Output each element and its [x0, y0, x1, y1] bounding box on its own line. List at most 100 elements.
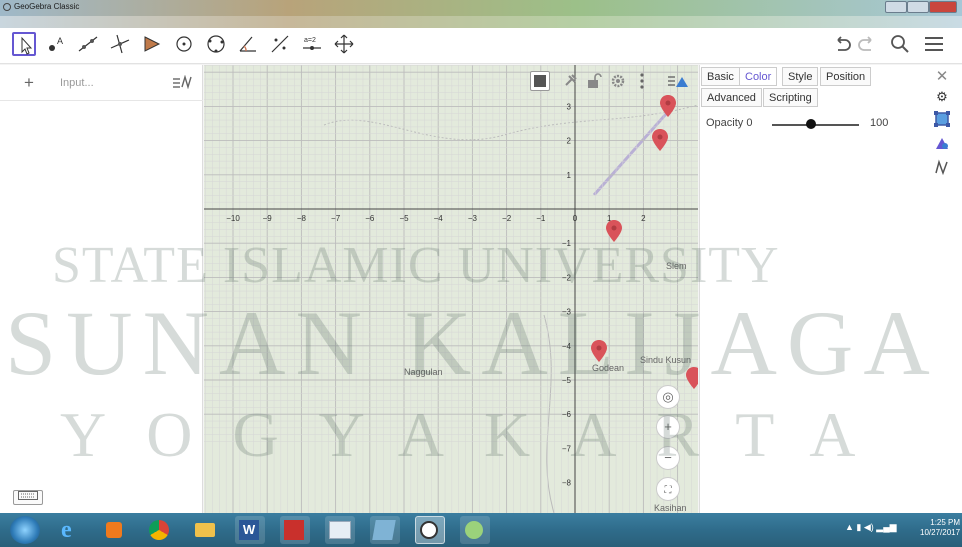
- tab-position[interactable]: Position: [820, 67, 872, 86]
- x-tick-label: −2: [502, 214, 512, 223]
- opacity-slider-handle[interactable]: [806, 119, 817, 129]
- algebra-view-menu-icon[interactable]: [172, 74, 194, 92]
- y-tick-label: −3: [562, 308, 572, 317]
- tab-advanced[interactable]: Advanced: [701, 88, 762, 107]
- x-tick-label: −9: [263, 214, 273, 223]
- move-tool-button[interactable]: [12, 32, 36, 56]
- function-icon: [935, 159, 948, 176]
- move-arrows-icon: [334, 34, 354, 54]
- lock-button[interactable]: [584, 71, 604, 91]
- media-player-icon[interactable]: [100, 516, 130, 544]
- redo-button[interactable]: [855, 32, 879, 56]
- undo-button[interactable]: [830, 32, 854, 56]
- graphics-properties-button[interactable]: [932, 111, 952, 131]
- fullscreen-button[interactable]: ⛶: [656, 477, 680, 501]
- algebra-view: + Input...: [0, 65, 203, 513]
- tab-scripting[interactable]: Scripting: [763, 88, 818, 107]
- window-title: GeoGebra Classic: [14, 2, 80, 11]
- reflect-tool-button[interactable]: [268, 32, 292, 56]
- slider-tool-text: a=2: [304, 37, 316, 44]
- y-tick-label: −5: [562, 376, 572, 385]
- close-properties-button[interactable]: ✕: [932, 67, 952, 87]
- x-tick-label: −7: [331, 214, 341, 223]
- x-tick-label: −6: [365, 214, 375, 223]
- perpendicular-icon: [110, 34, 130, 54]
- main-menu-button[interactable]: [922, 32, 946, 56]
- paint-app-icon[interactable]: [460, 516, 490, 544]
- algebra-input[interactable]: Input...: [60, 77, 94, 89]
- minimize-button[interactable]: [885, 1, 907, 13]
- maximize-button[interactable]: [907, 1, 929, 13]
- line-icon: [78, 36, 98, 52]
- redo-icon: [858, 36, 872, 51]
- y-tick-label: −8: [562, 479, 572, 488]
- graphics-view[interactable]: −10 −9 −8 −7 −6 −5 −4 −3 −2 −1 0 1 2 3 2 1 −1 −2 −3 −4 −5 −6…: [204, 65, 698, 513]
- clock-time: 1:25 PM: [930, 518, 961, 527]
- equals-function-icon: [173, 74, 192, 90]
- graphics-view-icon: [934, 111, 950, 127]
- settings-button[interactable]: [608, 71, 628, 91]
- tab-basic[interactable]: Basic: [701, 67, 740, 86]
- line-tool-button[interactable]: [76, 32, 100, 56]
- opacity-min: 0: [746, 117, 753, 129]
- toggle-style-bar-button[interactable]: [666, 71, 688, 91]
- geogebra-taskbar-icon[interactable]: [415, 516, 445, 544]
- x-tick-label: −4: [434, 214, 444, 223]
- circle-icon: [176, 36, 192, 52]
- system-clock[interactable]: 1:25 PM 10/27/2017: [920, 518, 960, 538]
- zoom-in-button[interactable]: +: [656, 415, 680, 439]
- move-graphics-tool-button[interactable]: [332, 32, 356, 56]
- y-tick-label: −4: [562, 342, 572, 351]
- point-icon: A: [49, 36, 63, 51]
- internet-explorer-icon[interactable]: e: [55, 516, 85, 544]
- start-button[interactable]: [10, 516, 40, 544]
- y-tick-label: −1: [562, 239, 572, 248]
- map-label-sindu: Sindu Kusun: [640, 355, 692, 365]
- tab-color[interactable]: Color: [739, 67, 778, 86]
- y-tick-label: −6: [562, 410, 572, 419]
- settings-properties-button[interactable]: ⚙: [932, 89, 952, 109]
- tab-style[interactable]: Style: [782, 67, 819, 86]
- angle-tool-button[interactable]: [236, 32, 260, 56]
- acrobat-icon[interactable]: [280, 516, 310, 544]
- file-explorer-icon[interactable]: [190, 516, 220, 544]
- graphics-canvas[interactable]: −10 −9 −8 −7 −6 −5 −4 −3 −2 −1 0 1 2 321−1−2−3−4−5−6…: [204, 65, 698, 513]
- keyboard-icon: [18, 491, 38, 500]
- map-label-kasihan: Kasihan: [654, 503, 687, 513]
- slider-tool-button[interactable]: a=2: [300, 32, 324, 56]
- close-icon: ✕: [935, 68, 949, 85]
- more-options-button[interactable]: [632, 71, 652, 91]
- clock-date: 10/27/2017: [920, 528, 961, 537]
- window-app-icon[interactable]: [325, 516, 355, 544]
- circle-tool-button[interactable]: [172, 32, 196, 56]
- x-tick-label: 2: [641, 214, 646, 223]
- chrome-icon[interactable]: [145, 516, 175, 544]
- perpendicular-line-tool-button[interactable]: [108, 32, 132, 56]
- polygon-tool-button[interactable]: [140, 32, 164, 56]
- close-window-button[interactable]: [929, 1, 957, 13]
- color-button[interactable]: [530, 71, 550, 91]
- zoom-out-button[interactable]: −: [656, 446, 680, 470]
- search-button[interactable]: [888, 32, 912, 56]
- virtual-keyboard-button[interactable]: [13, 490, 43, 505]
- properties-view: Basic Color Style Position Advanced Scri…: [699, 65, 962, 513]
- algebra-properties-button[interactable]: [932, 159, 952, 179]
- word-icon[interactable]: W: [235, 516, 265, 544]
- y-tick-label: 2: [567, 137, 572, 146]
- pin-icon: [565, 74, 577, 86]
- x-tick-label: −5: [399, 214, 409, 223]
- hamburger-menu-icon: [925, 37, 943, 51]
- tray-icons[interactable]: ▲ ▮ ◀) ▂▄▆: [845, 522, 897, 533]
- locate-button[interactable]: ◎: [656, 385, 680, 409]
- point-tool-button[interactable]: A: [44, 32, 68, 56]
- notes-app-icon[interactable]: [370, 516, 400, 544]
- add-input-icon[interactable]: +: [24, 73, 34, 93]
- ellipse-tool-button[interactable]: [204, 32, 228, 56]
- pin-button[interactable]: [560, 71, 580, 91]
- opacity-label-text: Opacity: [706, 117, 744, 129]
- search-icon: [891, 35, 909, 53]
- graphics-2-properties-button[interactable]: [932, 135, 952, 155]
- svg-text:A: A: [57, 36, 63, 46]
- map-label-sleman: Slem: [666, 261, 687, 271]
- unlock-icon: [588, 73, 602, 88]
